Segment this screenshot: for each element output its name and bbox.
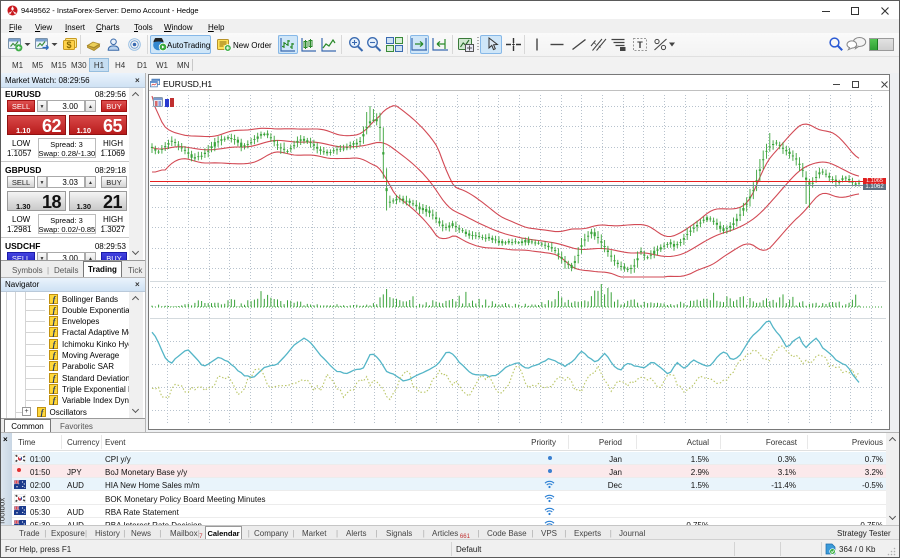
svg-text:$: $ xyxy=(66,40,71,50)
svg-text:T: T xyxy=(637,40,643,50)
